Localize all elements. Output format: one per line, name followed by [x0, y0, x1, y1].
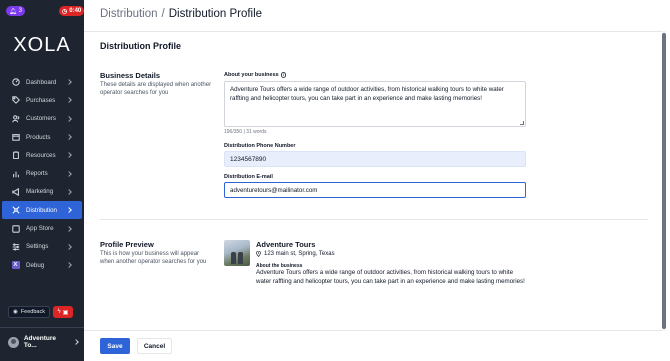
section-divider	[100, 219, 648, 220]
sidebar-item-label: Marketing	[26, 188, 54, 196]
main-content: Distribution / Distribution Profile Dist…	[84, 0, 666, 361]
chevron-right-icon	[66, 97, 72, 104]
users-icon	[11, 114, 20, 123]
sliders-icon	[11, 242, 20, 251]
footer-divider	[84, 330, 666, 331]
sidebar-item-resources[interactable]: Resources	[0, 146, 84, 164]
email-label: Distribution E-mail	[224, 174, 273, 180]
account-name: Adventure To...	[23, 335, 56, 349]
distribution-icon	[11, 206, 20, 215]
info-icon[interactable]: i	[280, 72, 287, 78]
chevron-right-icon	[66, 79, 72, 85]
tag-icon	[11, 96, 20, 105]
business-photo	[224, 240, 250, 266]
box-icon	[11, 133, 20, 142]
sidebar-item-customers[interactable]: Customers	[0, 110, 84, 128]
chevron-right-icon	[73, 339, 79, 345]
sidebar-nav: Dashboard Purchases Customers Products R…	[0, 73, 84, 274]
sidebar-item-label: Purchases	[26, 96, 56, 104]
scrollbar-thumb[interactable]	[662, 33, 666, 329]
clipboard-icon	[11, 151, 20, 160]
location-pin-icon	[256, 250, 261, 257]
chevron-right-icon	[66, 207, 72, 214]
sidebar-item-app-store[interactable]: App Store	[0, 219, 84, 237]
profile-preview-description: This is how your business will appear wh…	[100, 251, 207, 265]
sidebar-item-reports[interactable]: Reports	[0, 164, 84, 182]
about-the-business-text: Adventure Tours offers a wide range of o…	[256, 269, 525, 285]
sidebar-item-label: Dashboard	[26, 78, 57, 86]
alert-button[interactable]: ϟ ▣	[52, 306, 73, 318]
xola-logo[interactable]: XOLA	[0, 34, 84, 57]
breadcrumb: Distribution / Distribution Profile	[100, 8, 262, 20]
chevron-right-icon	[66, 170, 72, 177]
save-button[interactable]: Save	[100, 338, 130, 354]
sidebar-item-label: Settings	[26, 243, 49, 251]
email-input[interactable]: adventuretours@mailinator.com	[224, 182, 526, 198]
business-location: 123 main st, Spring, Texas	[256, 250, 335, 257]
sidebar-item-label: Resources	[26, 151, 56, 159]
sidebar-item-label: Reports	[26, 170, 48, 178]
avatar	[8, 336, 19, 348]
business-details-description: These details are displayed when another…	[100, 82, 212, 96]
sidebar-item-dashboard[interactable]: Dashboard	[0, 73, 84, 91]
chevron-right-icon	[66, 189, 72, 195]
chevron-right-icon	[66, 225, 72, 232]
lightning-icon: ϟ	[57, 309, 61, 315]
profile-preview-title: Profile Preview	[100, 240, 154, 249]
sidebar-item-label: Distribution	[26, 206, 57, 214]
clock-icon: ◷	[62, 8, 68, 15]
about-business-textarea[interactable]: Adventure Tours offers a wide range of o…	[224, 81, 526, 127]
business-name: Adventure Tours	[256, 240, 316, 249]
feedback-icon: ◉	[13, 309, 18, 315]
phone-label: Distribution Phone Number	[224, 143, 296, 149]
resize-handle-icon[interactable]	[520, 121, 524, 125]
sidebar-item-distribution[interactable]: Distribution	[2, 201, 82, 220]
sidebar-item-marketing[interactable]: Marketing	[0, 183, 84, 201]
phone-input[interactable]: 1234567890	[224, 151, 526, 167]
chevron-right-icon	[66, 243, 72, 250]
sidebar-item-products[interactable]: Products	[0, 128, 84, 146]
header-divider	[84, 31, 666, 32]
megaphone-icon	[11, 187, 20, 196]
sidebar: 🔔︎ 3 ◷ 0:40 XOLA Dashboard Purchases Cus…	[0, 0, 85, 361]
about-character-counter: 196/350 | 31 words	[224, 129, 267, 135]
chevron-right-icon	[66, 134, 72, 140]
sidebar-item-label: Products	[26, 133, 51, 141]
sidebar-item-debug[interactable]: X Debug	[0, 256, 84, 274]
sidebar-divider	[0, 327, 84, 328]
sidebar-item-settings[interactable]: Settings	[0, 238, 84, 256]
sidebar-item-label: Debug	[26, 261, 45, 269]
x-box-icon: X	[11, 261, 20, 270]
breadcrumb-distribution[interactable]: Distribution	[100, 8, 158, 20]
breadcrumb-separator: /	[161, 8, 165, 20]
timer-badge[interactable]: ◷ 0:40	[59, 6, 85, 16]
feedback-row: ◉ Feedback ϟ ▣	[8, 306, 73, 318]
chevron-right-icon	[66, 262, 72, 268]
chevron-right-icon	[66, 152, 72, 159]
account-menu[interactable]: Adventure To...	[8, 335, 79, 349]
cancel-button[interactable]: Cancel	[137, 338, 172, 354]
dashboard-icon	[11, 78, 20, 87]
breadcrumb-current: Distribution Profile	[168, 8, 263, 20]
bell-icon: 🔔︎	[9, 8, 17, 15]
sidebar-item-label: App Store	[26, 225, 54, 233]
business-details-title: Business Details	[100, 71, 161, 80]
gift-icon: ▣	[62, 309, 69, 316]
notifications-badge[interactable]: 🔔︎ 3	[6, 6, 25, 16]
about-label: About your business i	[224, 72, 287, 78]
sidebar-item-label: Customers	[26, 115, 56, 123]
bar-chart-icon	[11, 169, 20, 178]
page-title: Distribution Profile	[100, 41, 181, 51]
app-store-icon	[11, 224, 20, 233]
sidebar-item-purchases[interactable]: Purchases	[0, 91, 84, 109]
feedback-button[interactable]: ◉ Feedback	[8, 306, 50, 318]
chevron-right-icon	[66, 115, 72, 122]
